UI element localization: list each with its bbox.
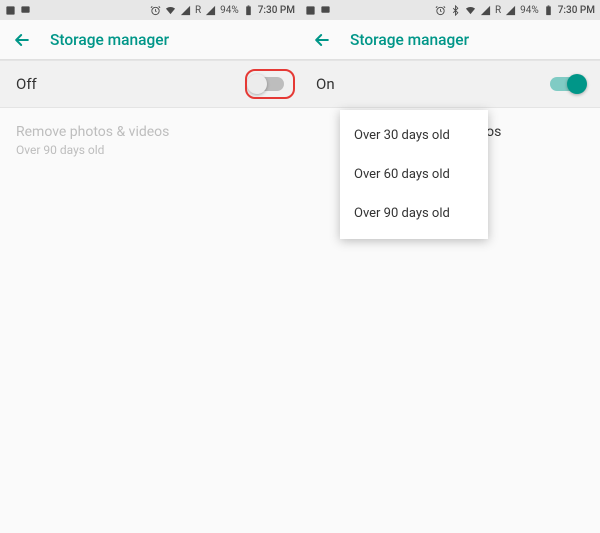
- back-arrow-icon[interactable]: [312, 30, 332, 50]
- roaming-indicator: R: [195, 5, 201, 16]
- phone-left: R 94% 7:30 PM Storage manager Off Remove…: [0, 0, 300, 533]
- roaming-indicator: R: [495, 5, 501, 16]
- app-bar-title: Storage manager: [50, 31, 169, 49]
- alarm-icon: [435, 5, 446, 16]
- age-dropdown-menu: Over 30 days old Over 60 days old Over 9…: [340, 110, 488, 239]
- status-bar: R 94% 7:30 PM: [300, 0, 600, 20]
- signal-icon: [505, 5, 516, 16]
- bluetooth-icon: [450, 5, 461, 16]
- image-icon: [20, 5, 31, 16]
- content-area: Remove photos & videos Over 90 days old: [0, 108, 300, 533]
- image-icon: [305, 5, 316, 16]
- master-toggle-switch[interactable]: [250, 77, 284, 91]
- status-bar: R 94% 7:30 PM: [0, 0, 300, 20]
- signal-icon: [205, 5, 216, 16]
- dropdown-option-60[interactable]: Over 60 days old: [340, 155, 488, 194]
- phone-right: R 94% 7:30 PM Storage manager On Remove …: [300, 0, 600, 533]
- master-toggle-switch[interactable]: [550, 77, 584, 91]
- signal-icon: [180, 5, 191, 16]
- clock-text: 7:30 PM: [558, 5, 595, 16]
- signal-icon: [480, 5, 491, 16]
- image-icon: [5, 5, 16, 16]
- alarm-icon: [150, 5, 161, 16]
- remove-photos-setting-subtitle: Over 90 days old: [16, 143, 284, 157]
- app-bar: Storage manager: [300, 20, 600, 60]
- toggle-label: Off: [16, 75, 37, 93]
- battery-icon: [243, 5, 254, 16]
- dropdown-option-90[interactable]: Over 90 days old: [340, 194, 488, 233]
- master-toggle-row[interactable]: Off: [0, 60, 300, 108]
- wifi-icon: [465, 5, 476, 16]
- master-toggle-row[interactable]: On: [300, 60, 600, 108]
- wifi-icon: [165, 5, 176, 16]
- battery-percent: 94%: [220, 5, 239, 16]
- remove-photos-setting-title: Remove photos & videos: [16, 124, 284, 140]
- clock-text: 7:30 PM: [258, 5, 295, 16]
- app-bar: Storage manager: [0, 20, 300, 60]
- image-icon: [320, 5, 331, 16]
- app-bar-title: Storage manager: [350, 31, 469, 49]
- toggle-label: On: [316, 75, 335, 93]
- dropdown-option-30[interactable]: Over 30 days old: [340, 116, 488, 155]
- back-arrow-icon[interactable]: [12, 30, 32, 50]
- battery-icon: [543, 5, 554, 16]
- content-area: Remove photos & videos Over 30 days old …: [300, 108, 600, 533]
- battery-percent: 94%: [520, 5, 539, 16]
